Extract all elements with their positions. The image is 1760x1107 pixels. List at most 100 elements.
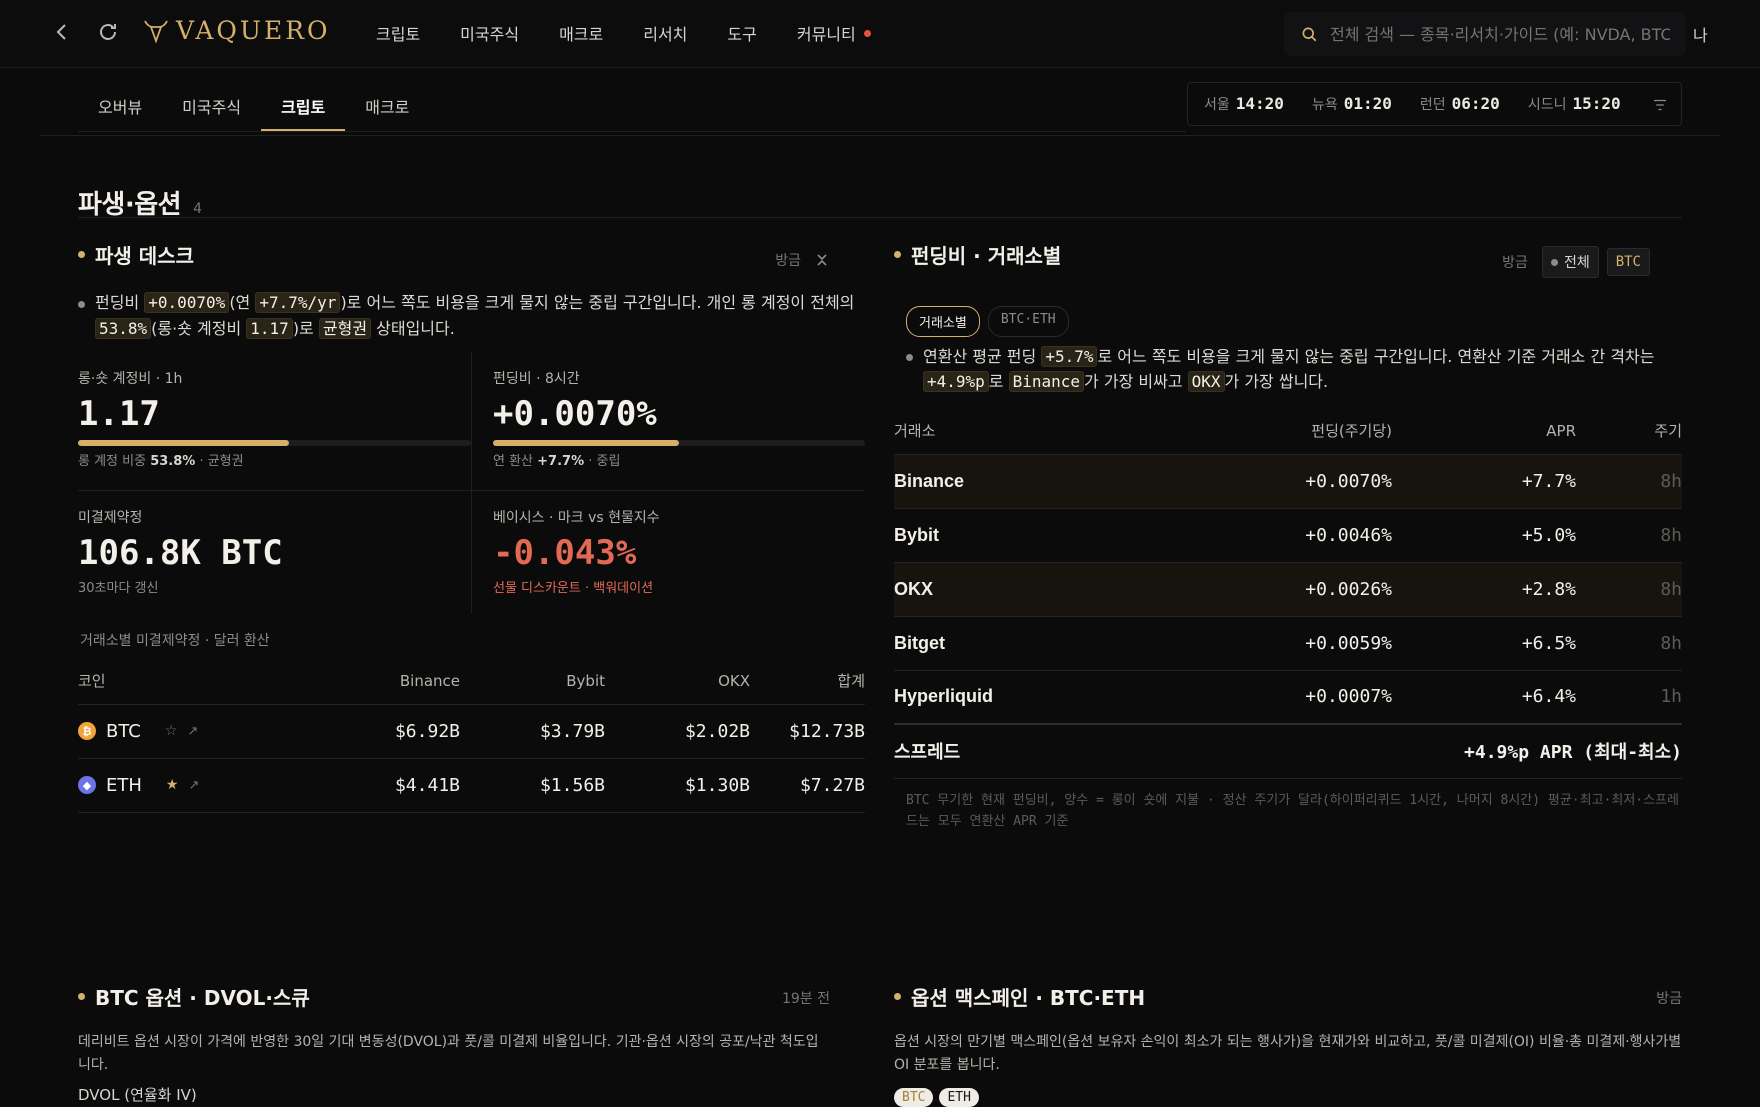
col-bybit[interactable]: Bybit (460, 658, 605, 705)
col-coin[interactable]: 코인 (78, 658, 318, 705)
card-title: 옵션 맥스페인 · BTC·ETH (894, 982, 1682, 1011)
table-row[interactable]: Binance +0.0070% +7.7% 8h (894, 454, 1682, 509)
kpi-value: 106.8K BTC (78, 533, 283, 573)
table-row[interactable]: ◆ ETH ★ ↗ $4.41B $1.56B $1.30B $7.27B (78, 758, 865, 813)
nav-crypto[interactable]: 크립토 (376, 21, 420, 45)
user-menu[interactable]: 나 (1693, 22, 1708, 46)
funding-cycle: 8h (1576, 616, 1682, 671)
funding-rate: +0.0046% (1194, 508, 1392, 563)
funding-cycle: 1h (1576, 670, 1682, 725)
nav-tools[interactable]: 도구 (727, 21, 756, 45)
filter-btc-chip[interactable]: BTC (1606, 248, 1650, 276)
filter-all-chip[interactable]: 전체 (1541, 246, 1599, 278)
coin-symbol: BTC (106, 720, 141, 742)
funding-rate: +0.0007% (1194, 670, 1392, 725)
chip-dot (1550, 258, 1558, 266)
tab-us-stocks[interactable]: 미국주식 (162, 76, 261, 132)
col-binance[interactable]: Binance (318, 658, 460, 705)
section-title: 파생·옵션 (78, 190, 182, 220)
clock-time: 15:20 (1572, 94, 1621, 113)
summary-text: 가 가장 비싸고 (1084, 372, 1188, 391)
oi-total: $7.27B (750, 758, 865, 813)
back-icon[interactable] (50, 20, 74, 44)
refresh-icon[interactable] (96, 20, 120, 44)
col-apr[interactable]: APR (1392, 408, 1576, 455)
nav-community[interactable]: 커뮤니티 (797, 21, 871, 45)
dvol-label: DVOL (연율화 IV) (78, 1086, 197, 1104)
clock-time: 01:20 (1343, 94, 1392, 113)
kpi-sub-text: · 균형권 (195, 454, 244, 469)
table-row[interactable]: OKX +0.0026% +2.8% 8h (894, 562, 1682, 617)
exchange-name: Bitget (894, 616, 1194, 671)
funding-rate: +0.0059% (1194, 616, 1392, 671)
nav-research[interactable]: 리서치 (643, 21, 687, 45)
global-search[interactable] (1284, 12, 1686, 56)
summary-bullet (78, 301, 85, 308)
external-link-icon[interactable]: ↗ (188, 778, 199, 793)
kpi-long-short: 롱·숏 계정비 · 1h 1.17 롱 계정 비중 53.8% · 균형권 (78, 368, 471, 469)
subnav-divider (78, 131, 1186, 132)
coin-toggle: BTC ETH (894, 1088, 979, 1107)
ethereum-icon: ◆ (78, 776, 96, 794)
col-cycle[interactable]: 주기 (1576, 408, 1682, 455)
btc-options-card: BTC 옵션 · DVOL·스큐 19분 전 데리비트 옵션 시장이 가격에 반… (78, 982, 830, 1104)
table-row[interactable]: Bitget +0.0059% +6.5% 8h (894, 616, 1682, 671)
updated-time: 방금 (1656, 991, 1682, 1007)
kpi-sub-text: · 중립 (584, 454, 621, 469)
tab-overview[interactable]: 오버뷰 (78, 76, 162, 132)
col-funding[interactable]: 펀딩(주기당) (1194, 408, 1392, 455)
filter-icon[interactable] (1651, 96, 1669, 114)
funding-rate: +0.0026% (1194, 562, 1392, 617)
section-count: 4 (193, 201, 202, 217)
card-title-text: 펀딩비 · 거래소별 (911, 244, 1062, 268)
funding-footnote: BTC 무기한 현재 펀딩비, 양수 = 롱이 숏에 지불 · 정산 주기가 달… (906, 793, 1680, 829)
funding-apr: +6.4% (1392, 670, 1576, 725)
nav-us-stocks[interactable]: 미국주식 (460, 21, 519, 45)
sub-nav: 오버뷰 미국주식 크립토 매크로 (78, 76, 429, 132)
search-input[interactable] (1330, 24, 1670, 44)
world-clocks: 서울 14:20 뉴욕 01:20 런던 06:20 시드니 15:20 (1187, 82, 1682, 126)
pill-eth[interactable]: ETH (939, 1088, 979, 1107)
title-dot (894, 993, 901, 1000)
tab-crypto[interactable]: 크립토 (261, 76, 346, 132)
kpi-sub: 30초마다 갱신 (78, 581, 159, 596)
brand-logo[interactable]: VAQUERO (142, 16, 331, 45)
external-link-icon[interactable]: ↗ (187, 724, 198, 739)
table-header-row: 코인 Binance Bybit OKX 합계 (78, 658, 865, 705)
kpi-grid: 롱·숏 계정비 · 1h 1.17 롱 계정 비중 53.8% · 균형권 펀딩… (78, 352, 865, 614)
title-dot (78, 251, 85, 258)
coin-symbol: ETH (106, 774, 142, 796)
clock-city: 서울 (1204, 97, 1230, 113)
card-title-text: 파생 데스크 (95, 244, 194, 268)
table-row[interactable]: ₿ BTC ☆ ↗ $6.92B $3.79B $2.02B $12.73B (78, 704, 865, 759)
tab-macro[interactable]: 매크로 (345, 76, 429, 132)
funding-apr: +5.0% (1392, 508, 1576, 563)
clock-time: 14:20 (1235, 94, 1284, 113)
pill-by-exchange[interactable]: 거래소별 (906, 306, 980, 337)
kpi-sub-value: +7.7% (537, 454, 585, 469)
oi-okx: $1.30B (605, 758, 750, 813)
pill-btc-eth[interactable]: BTC·ETH (987, 306, 1069, 337)
kpi-sub-text: 롱 계정 비중 (78, 454, 151, 469)
col-okx[interactable]: OKX (605, 658, 750, 705)
star-icon[interactable]: ☆ (165, 723, 178, 739)
view-toggle: 거래소별 BTC·ETH (906, 306, 1069, 337)
summary-min: OKX (1187, 371, 1225, 392)
clock-london: 런던 06:20 (1420, 94, 1500, 114)
summary-funding: +0.0070% (144, 292, 230, 313)
pill-btc[interactable]: BTC (894, 1088, 934, 1107)
funding-apr: +2.8% (1392, 562, 1576, 617)
chip-label: 전체 (1563, 255, 1590, 271)
table-row[interactable]: Bybit +0.0046% +5.0% 8h (894, 508, 1682, 563)
oi-caption: 거래소별 미결제약정 · 달러 환산 (80, 633, 270, 649)
kpi-basis: 베이시스 · 마크 vs 현물지수 -0.043% 선물 디스카운트 · 백워데… (493, 507, 865, 596)
col-total[interactable]: 합계 (750, 658, 865, 705)
nav-macro[interactable]: 매크로 (559, 21, 603, 45)
star-filled-icon[interactable]: ★ (166, 777, 179, 793)
brand-name: VAQUERO (176, 16, 331, 45)
kpi-divider (471, 352, 472, 614)
kpi-funding: 펀딩비 · 8시간 +0.0070% 연 환산 +7.7% · 중립 (493, 368, 865, 469)
table-row[interactable]: Hyperliquid +0.0007% +6.4% 1h (894, 670, 1682, 725)
collapse-icon[interactable] (815, 252, 829, 268)
col-exchange[interactable]: 거래소 (894, 408, 1194, 455)
